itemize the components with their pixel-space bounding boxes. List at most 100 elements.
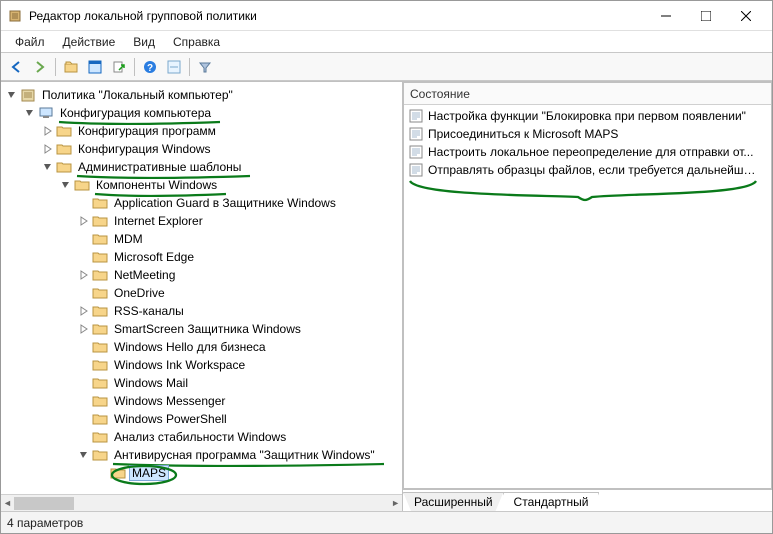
minimize-button[interactable] xyxy=(646,2,686,30)
app-icon xyxy=(7,8,23,24)
tree-item[interactable]: Windows Mail xyxy=(3,374,402,392)
view-tabs: Расширенный Стандартный xyxy=(403,489,772,511)
export-button[interactable] xyxy=(108,56,130,78)
folder-icon xyxy=(74,177,90,193)
tree-item-label: Internet Explorer xyxy=(111,213,206,229)
expand-toggle[interactable] xyxy=(77,214,91,228)
tree-item[interactable]: Windows Ink Workspace xyxy=(3,356,402,374)
expand-toggle[interactable] xyxy=(77,448,91,462)
toolbar-separator xyxy=(55,58,56,76)
scroll-right-arrow[interactable]: ► xyxy=(391,498,400,508)
folder-icon xyxy=(92,411,108,427)
tree-item[interactable]: Конфигурация программ xyxy=(3,122,402,140)
tree-item[interactable]: Анализ стабильности Windows xyxy=(3,428,402,446)
status-text: 4 параметров xyxy=(7,516,83,530)
settings-rows: Настройка функции "Блокировка при первом… xyxy=(404,105,771,488)
tree-item[interactable]: SmartScreen Защитника Windows xyxy=(3,320,402,338)
tree-item[interactable]: MAPS xyxy=(3,464,402,482)
tree-item[interactable]: Конфигурация компьютера xyxy=(3,104,402,122)
tree-item[interactable]: Windows Messenger xyxy=(3,392,402,410)
policy-tree[interactable]: Политика "Локальный компьютер"Конфигурац… xyxy=(1,82,402,494)
tree-item[interactable]: Microsoft Edge xyxy=(3,248,402,266)
tree-item[interactable]: Антивирусная программа "Защитник Windows… xyxy=(3,446,402,464)
tree-item[interactable]: Компоненты Windows xyxy=(3,176,402,194)
folder-icon xyxy=(110,465,126,481)
tree-item-label: RSS-каналы xyxy=(111,303,187,319)
menu-view[interactable]: Вид xyxy=(125,33,163,51)
expand-toggle xyxy=(77,286,91,300)
expand-toggle[interactable] xyxy=(77,322,91,336)
tab-standard[interactable]: Стандартный xyxy=(503,492,600,511)
tree-item[interactable]: Windows PowerShell xyxy=(3,410,402,428)
expand-toggle[interactable] xyxy=(5,88,19,102)
expand-toggle xyxy=(77,250,91,264)
tree-item-label: Компоненты Windows xyxy=(93,177,220,193)
toolbar: ? xyxy=(1,53,772,81)
tree-pane: Политика "Локальный компьютер"Конфигурац… xyxy=(1,82,403,511)
setting-item[interactable]: Настроить локальное переопределение для … xyxy=(404,143,771,161)
horizontal-scrollbar[interactable]: ◄ ► xyxy=(1,494,402,511)
tree-item-label: Антивирусная программа "Защитник Windows… xyxy=(111,447,378,463)
menu-action[interactable]: Действие xyxy=(55,33,124,51)
tree-item-label: Windows Ink Workspace xyxy=(111,357,248,373)
setting-item[interactable]: Отправлять образцы файлов, если требуетс… xyxy=(404,161,771,179)
tree-item[interactable]: Политика "Локальный компьютер" xyxy=(3,86,402,104)
tree-item-label: Конфигурация компьютера xyxy=(57,105,214,121)
maximize-button[interactable] xyxy=(686,2,726,30)
tree-item[interactable]: MDM xyxy=(3,230,402,248)
tree-item[interactable]: Application Guard в Защитнике Windows xyxy=(3,194,402,212)
setting-item[interactable]: Настройка функции "Блокировка при первом… xyxy=(404,107,771,125)
forward-button[interactable] xyxy=(29,56,51,78)
menu-help[interactable]: Справка xyxy=(165,33,228,51)
expand-toggle[interactable] xyxy=(23,106,37,120)
properties-button[interactable] xyxy=(84,56,106,78)
tree-item[interactable]: RSS-каналы xyxy=(3,302,402,320)
expand-toggle[interactable] xyxy=(41,160,55,174)
tree-item-label: Application Guard в Защитнике Windows xyxy=(111,195,339,211)
setting-label: Присоединиться к Microsoft MAPS xyxy=(428,127,618,141)
tree-item[interactable]: OneDrive xyxy=(3,284,402,302)
folder-icon xyxy=(92,375,108,391)
setting-icon xyxy=(408,109,424,123)
tree-item-label: Windows Hello для бизнеса xyxy=(111,339,269,355)
help-button[interactable]: ? xyxy=(139,56,161,78)
tree-item-label: MDM xyxy=(111,231,146,247)
tree-item[interactable]: Административные шаблоны xyxy=(3,158,402,176)
tree-item[interactable]: Конфигурация Windows xyxy=(3,140,402,158)
expand-toggle[interactable] xyxy=(59,178,73,192)
expand-toggle[interactable] xyxy=(77,304,91,318)
folder-icon xyxy=(56,141,72,157)
setting-icon xyxy=(408,163,424,177)
tree-item[interactable]: Windows Hello для бизнеса xyxy=(3,338,402,356)
expand-toggle xyxy=(77,394,91,408)
back-button[interactable] xyxy=(5,56,27,78)
tab-extended[interactable]: Расширенный xyxy=(403,492,504,511)
tree-item[interactable]: Internet Explorer xyxy=(3,212,402,230)
tree-item-label: Административные шаблоны xyxy=(75,159,244,175)
menubar: Файл Действие Вид Справка xyxy=(1,31,772,53)
tree-item[interactable]: NetMeeting xyxy=(3,266,402,284)
expand-toggle xyxy=(77,196,91,210)
content-panes: Политика "Локальный компьютер"Конфигурац… xyxy=(1,81,772,511)
up-button[interactable] xyxy=(60,56,82,78)
expand-toggle[interactable] xyxy=(41,124,55,138)
toolbar-separator xyxy=(134,58,135,76)
filter-button[interactable] xyxy=(194,56,216,78)
expand-toggle xyxy=(77,412,91,426)
expand-toggle[interactable] xyxy=(41,142,55,156)
folder-icon xyxy=(92,393,108,409)
scroll-left-arrow[interactable]: ◄ xyxy=(3,498,12,508)
folder-icon xyxy=(92,303,108,319)
tree-item-label: Windows PowerShell xyxy=(111,411,230,427)
expand-toggle[interactable] xyxy=(77,268,91,282)
options-button[interactable] xyxy=(163,56,185,78)
computer-icon xyxy=(38,105,54,121)
scroll-thumb[interactable] xyxy=(14,497,74,510)
tree-item-label: Конфигурация программ xyxy=(75,123,219,139)
menu-file[interactable]: Файл xyxy=(7,33,53,51)
column-header-state[interactable]: Состояние xyxy=(404,83,771,105)
setting-item[interactable]: Присоединиться к Microsoft MAPS xyxy=(404,125,771,143)
close-button[interactable] xyxy=(726,2,766,30)
expand-toggle xyxy=(77,340,91,354)
settings-list: Состояние Настройка функции "Блокировка … xyxy=(403,82,772,489)
